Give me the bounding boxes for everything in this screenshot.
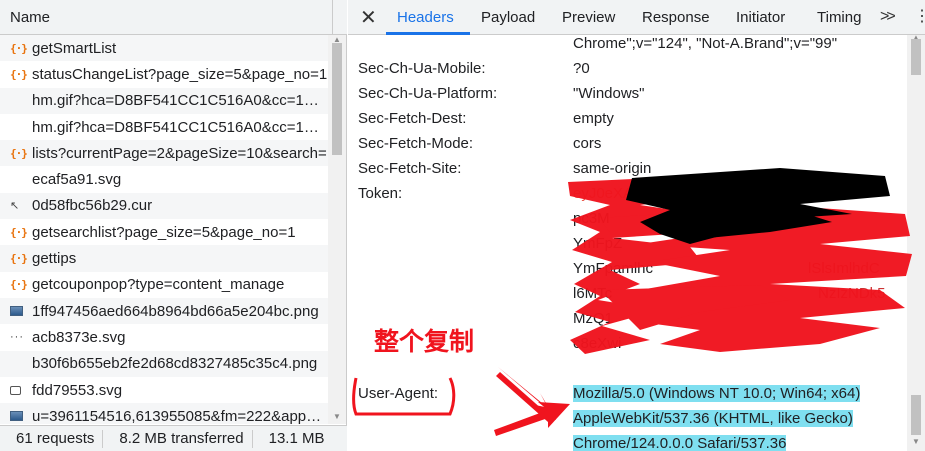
xhr-icon: {·} (10, 225, 28, 239)
xhr-icon: {·} (10, 67, 28, 81)
xhr-icon: {·} (10, 41, 28, 55)
annotation-label: 整个复制 (374, 327, 475, 356)
resources-size: 13.1 MB (268, 429, 325, 447)
request-detail-panel: ✕ Headers Payload Preview Response Initi… (348, 0, 925, 451)
token-value-line: l6MTc (573, 285, 613, 302)
header-value: empty (573, 110, 614, 127)
request-row[interactable]: ↖ 0d58fbc56b29.cur (0, 192, 328, 220)
network-summary-bar: 61 requests 8.2 MB transferred 13.1 MB (0, 425, 347, 451)
request-row[interactable]: {·} gettips (0, 245, 328, 272)
tab-headers[interactable]: Headers (397, 9, 454, 26)
tab-timing[interactable]: Timing (817, 9, 861, 26)
user-agent-value-line: AppleWebKit/537.36 (KHTML, like Gecko) (573, 410, 853, 427)
scrollbar-thumb[interactable] (332, 43, 342, 155)
request-row[interactable]: b30f6b655eb2fe2d68cd8327485c35c4.png (0, 350, 328, 377)
name-column-header[interactable]: Name (10, 9, 50, 26)
request-row[interactable]: {·} statusChangeList?page_size=5&page_no=… (0, 61, 328, 88)
request-row[interactable]: {·} getsearchlist?page_size=5&page_no=1 (0, 219, 328, 246)
image-icon (10, 306, 32, 317)
token-value: eyJ0eXAiOiJK (573, 185, 669, 202)
close-icon[interactable]: ✕ (360, 5, 377, 30)
request-row[interactable]: {·} lists?currentPage=2&pageSize=10&searc… (0, 140, 328, 167)
request-list-panel: Name {·} getSmartList {·} statusChangeList… (0, 0, 347, 451)
tab-preview[interactable]: Preview (562, 9, 615, 26)
request-list-header: Name (0, 0, 347, 35)
scrollbar-thumb[interactable] (911, 39, 921, 75)
request-row[interactable]: u=3961154516,613955085&fm=222&app=108 (0, 403, 328, 424)
scroll-down-arrow-icon[interactable]: ▼ (333, 412, 341, 421)
token-value-line: MzQ1 (573, 310, 614, 327)
token-value-line: YmFpamlhc (573, 260, 654, 277)
header-name: Sec-Fetch-Mode: (358, 135, 474, 152)
user-agent-value-line: Chrome/124.0.0.0 Safari/537.36 (573, 435, 787, 451)
token-value-line: c8eXwi (573, 335, 622, 352)
token-value-line: YmFpZ (573, 235, 623, 252)
header-value: ?0 (573, 60, 590, 77)
request-row[interactable]: hm.gif?hca=D8BF541CC1C516A0&cc=1&ck=1 (0, 87, 328, 114)
token-fragment: lSlsImlhdC (808, 260, 880, 277)
header-value-continuation: Chrome";v="124", "Not-A.Brand";v="99" (573, 35, 838, 52)
doc-icon (10, 385, 32, 395)
request-row[interactable]: 1ff947456aed664b8964bd66a5e204bc.png (0, 297, 328, 325)
column-divider[interactable] (332, 0, 333, 35)
header-value: same-origin (573, 160, 652, 177)
detail-tabbar: ✕ Headers Payload Preview Response Initi… (348, 0, 925, 35)
cursor-icon: ↖ (10, 200, 20, 213)
dots-icon: ··· (10, 331, 24, 344)
header-name: Sec-Ch-Ua-Mobile: (358, 60, 486, 77)
more-tabs-icon[interactable]: >> (880, 8, 896, 26)
tab-payload[interactable]: Payload (481, 9, 535, 26)
xhr-icon: {·} (10, 146, 28, 160)
request-row[interactable]: hm.gif?hca=D8BF541CC1C516A0&cc=1&ck=1 (0, 113, 328, 141)
request-headers-list: Chrome";v="124", "Not-A.Brand";v="99" Se… (348, 35, 904, 451)
request-row[interactable]: {·} getSmartList (0, 35, 328, 62)
user-agent-value-line: Mozilla/5.0 (Windows NT 10.0; Win64; x64… (573, 385, 861, 402)
tab-response[interactable]: Response (642, 9, 710, 26)
scroll-down-arrow-icon[interactable]: ▼ (912, 437, 920, 446)
xhr-icon: {·} (10, 278, 28, 292)
scrollbar-thumb[interactable] (911, 395, 921, 435)
request-rows: {·} getSmartList {·} statusChangeList?page… (0, 35, 328, 424)
tab-initiator[interactable]: Initiator (736, 9, 785, 26)
request-row[interactable]: fdd79553.svg (0, 376, 328, 404)
kebab-menu-icon[interactable]: ⋮ (914, 6, 925, 26)
headers-scrollbar[interactable]: ▲ ▼ (907, 33, 925, 451)
request-count: 61 requests (0, 429, 104, 448)
header-name: Sec-Fetch-Dest: (358, 110, 467, 127)
header-name: Sec-Fetch-Site: (358, 160, 462, 177)
request-row[interactable]: ··· acb8373e.svg (0, 324, 328, 351)
image-icon (10, 411, 32, 422)
request-row[interactable]: {·} getcouponpop?type=content_manage (0, 271, 328, 298)
token-value-line: pc3M (573, 210, 610, 227)
xhr-icon: {·} (10, 252, 28, 266)
header-name-user-agent: User-Agent: (358, 385, 439, 402)
token-fragment: NzIzNDk5 (818, 285, 886, 302)
header-name: Sec-Ch-Ua-Platform: (358, 85, 498, 102)
header-value: cors (573, 135, 602, 152)
header-name: Token: (358, 185, 403, 202)
header-value: "Windows" (573, 85, 645, 102)
request-list-scrollbar[interactable]: ▲ ▼ (328, 35, 346, 424)
transferred-size: 8.2 MB transferred (103, 429, 253, 448)
request-row[interactable]: ecaf5a91.svg (0, 166, 328, 193)
